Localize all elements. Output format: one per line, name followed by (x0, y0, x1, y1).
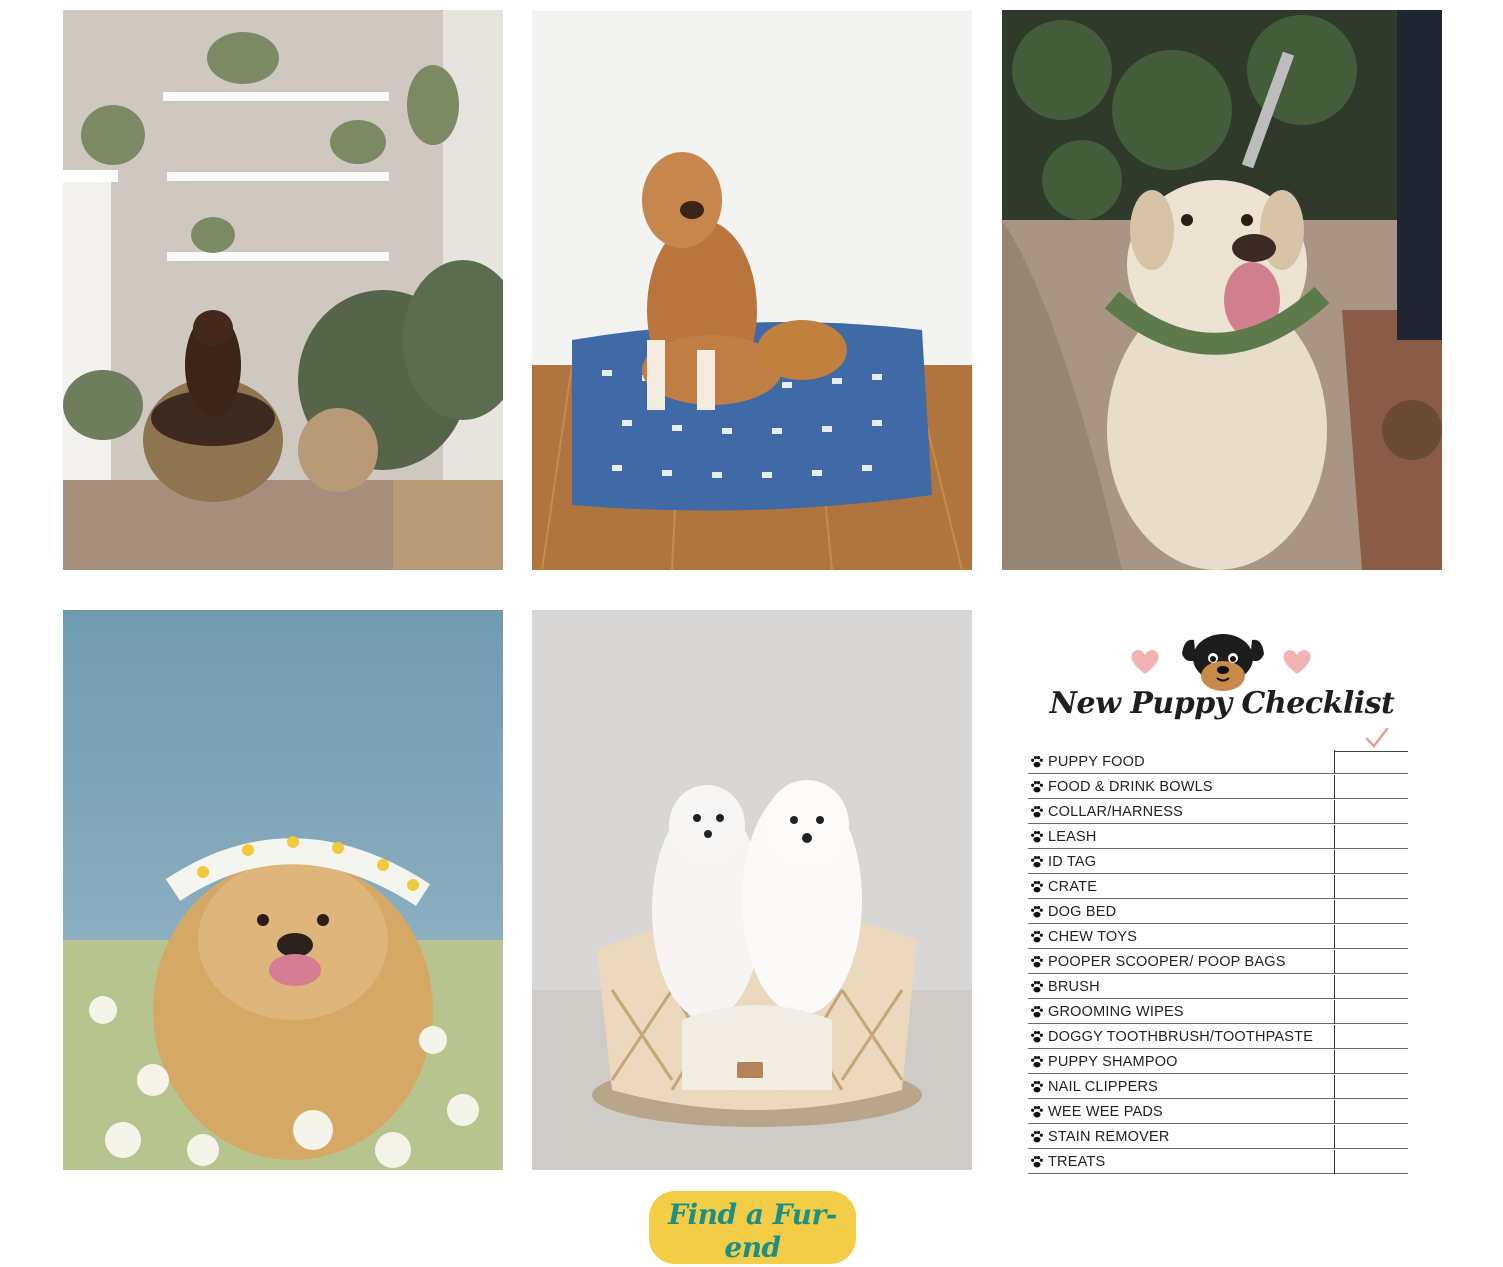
checklist-checkbox-column (1334, 975, 1335, 999)
checklist-item-label: TREATS (1048, 1153, 1106, 1170)
checklist-item-label: NAIL CLIPPERS (1048, 1078, 1159, 1095)
photo-dog-basket-image (63, 10, 503, 570)
photo-lab-wreath-image (1002, 10, 1442, 570)
checklist-item-label: PUPPY SHAMPOO (1048, 1053, 1178, 1070)
puppy-face-icon (1182, 634, 1264, 691)
checklist-checkbox-column (1334, 775, 1335, 799)
checklist-checkbox-column (1334, 1025, 1335, 1049)
paw-icon (1030, 805, 1044, 819)
checklist-row: DOGGY TOOTHBRUSH/TOOTHPASTE (1028, 1025, 1408, 1049)
checklist-checkbox-column (1334, 800, 1335, 824)
checklist-row: FOOD & DRINK BOWLS (1028, 775, 1408, 799)
checklist-item-label: DOG BED (1048, 903, 1117, 920)
checklist-row: PUPPY FOOD (1028, 750, 1408, 774)
paw-icon (1030, 1080, 1044, 1094)
paw-icon (1030, 880, 1044, 894)
checklist-row: CRATE (1028, 875, 1408, 899)
paw-icon (1030, 1030, 1044, 1044)
paw-icon (1030, 1055, 1044, 1069)
checklist-row: GROOMING WIPES (1028, 1000, 1408, 1024)
checklist-row: BRUSH (1028, 975, 1408, 999)
photo-dog-on-cushion (532, 10, 972, 570)
checklist-checkbox-column (1334, 825, 1335, 849)
new-puppy-checklist: New Puppy Checklist PUPPY FOOD FOOD & DRI… (1002, 610, 1442, 1174)
checklist-item-label: CRATE (1048, 878, 1098, 895)
heart-icon (1283, 649, 1311, 674)
checklist-row: PUPPY SHAMPOO (1028, 1050, 1408, 1074)
checklist-checkbox-column (1334, 750, 1335, 774)
checklist-checkbox-column (1334, 925, 1335, 949)
paw-icon (1030, 830, 1044, 844)
checklist-row: COLLAR/HARNESS (1028, 800, 1408, 824)
paw-icon (1030, 905, 1044, 919)
checklist-row: DOG BED (1028, 900, 1408, 924)
checklist-item-label: FOOD & DRINK BOWLS (1048, 778, 1213, 795)
checklist-row: LEASH (1028, 825, 1408, 849)
checklist-checkbox-column (1334, 1125, 1335, 1149)
checklist-checkbox-column (1334, 850, 1335, 874)
checklist-item-label: STAIN REMOVER (1048, 1128, 1170, 1145)
checklist-item-label: ID TAG (1048, 853, 1097, 870)
photo-dog-cushion-image (532, 10, 972, 570)
checklist-item-label: COLLAR/HARNESS (1048, 803, 1183, 820)
checklist-checkbox-column (1334, 1150, 1335, 1174)
checklist-row: POOPER SCOOPER/ POOP BAGS (1028, 950, 1408, 974)
checklist-item-label: CHEW TOYS (1048, 928, 1138, 945)
photo-lab-with-wreath (1002, 10, 1442, 570)
paw-icon (1030, 1005, 1044, 1019)
checklist-row: CHEW TOYS (1028, 925, 1408, 949)
checklist-title: New Puppy Checklist (1049, 686, 1395, 721)
checklist-table: PUPPY FOOD FOOD & DRINK BOWLS COLLAR/HARNE… (1028, 750, 1408, 1175)
checklist-row: NAIL CLIPPERS (1028, 1075, 1408, 1099)
photo-maltese-rattan-bed (532, 610, 972, 1170)
checklist-checkbox-column (1334, 950, 1335, 974)
paw-icon (1030, 1130, 1044, 1144)
checklist-item-label: BRUSH (1048, 978, 1100, 995)
paw-icon (1030, 755, 1044, 769)
checklist-checkbox-column (1334, 1100, 1335, 1124)
photo-maltese-bed-image (532, 610, 972, 1170)
checklist-row: WEE WEE PADS (1028, 1100, 1408, 1124)
paw-icon (1030, 930, 1044, 944)
paw-icon (1030, 980, 1044, 994)
checklist-checkbox-column (1334, 875, 1335, 899)
checkmark-icon (1365, 727, 1389, 748)
paw-icon (1030, 1105, 1044, 1119)
find-a-fur-end-label: Find a Fur-end (668, 1197, 837, 1264)
photo-golden-daisy-crown (63, 610, 503, 1170)
paw-icon (1030, 955, 1044, 969)
paw-icon (1030, 780, 1044, 794)
checklist-checkbox-column (1334, 1000, 1335, 1024)
checklist-item-label: GROOMING WIPES (1048, 1003, 1184, 1020)
photo-golden-daisy-image (63, 610, 503, 1170)
checklist-checkbox-column (1334, 900, 1335, 924)
checklist-row: ID TAG (1028, 850, 1408, 874)
checklist-row: STAIN REMOVER (1028, 1125, 1408, 1149)
checklist-item-label: LEASH (1048, 828, 1097, 845)
checklist-row: TREATS (1028, 1150, 1408, 1174)
checklist-item-label: PUPPY FOOD (1048, 753, 1145, 770)
photo-dog-in-basket-plants (63, 10, 503, 570)
checklist-item-label: POOPER SCOOPER/ POOP BAGS (1048, 953, 1286, 970)
paw-icon (1030, 855, 1044, 869)
find-a-fur-end-button[interactable]: Find a Fur-end (649, 1191, 856, 1264)
heart-icon (1131, 649, 1159, 674)
checklist-item-label: DOGGY TOOTHBRUSH/TOOTHPASTE (1048, 1028, 1314, 1045)
checklist-checkbox-column (1334, 1050, 1335, 1074)
paw-icon (1030, 1155, 1044, 1169)
checklist-checkbox-column (1334, 1075, 1335, 1099)
checklist-item-label: WEE WEE PADS (1048, 1103, 1163, 1120)
